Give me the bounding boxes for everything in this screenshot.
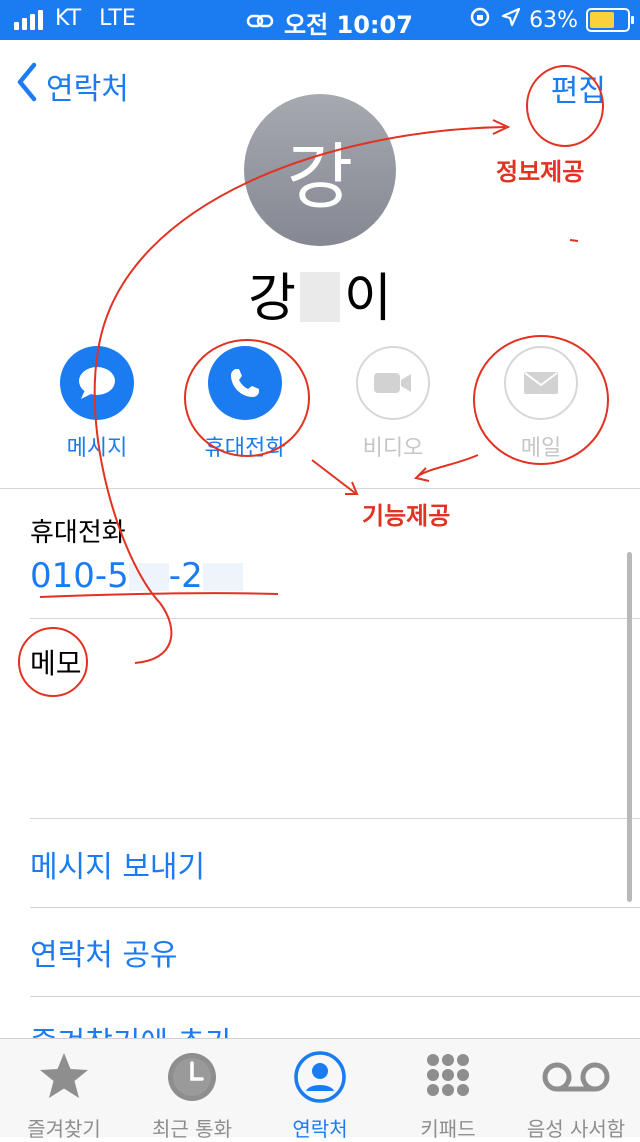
tab-bar: 즐겨찾기 최근 통화 연락처 키패드 음성 사서함 <box>0 1038 640 1141</box>
tab-favorites-label: 즐겨찾기 <box>27 1117 101 1141</box>
orientation-lock-icon <box>469 6 491 34</box>
chevron-left-icon <box>16 62 38 110</box>
annotation-function-label: 기능제공 <box>362 502 451 530</box>
mail-action-label: 메일 <box>520 436 562 461</box>
message-icon <box>60 346 134 420</box>
signal-icon <box>14 8 43 30</box>
contact-name: 강이 <box>0 256 640 331</box>
network-label: LTE <box>99 6 136 31</box>
link-icon <box>246 9 274 37</box>
call-action-label: 휴대전화 <box>204 436 286 461</box>
battery-percent: 63% <box>529 7 578 33</box>
tab-contacts[interactable]: 연락처 <box>256 1049 384 1142</box>
divider <box>0 488 640 489</box>
divider <box>30 818 640 819</box>
phone-middle: -2 <box>168 556 203 596</box>
message-action-label: 메시지 <box>66 436 128 461</box>
mail-action-button[interactable]: 메일 <box>486 346 596 462</box>
call-action-button[interactable]: 휴대전화 <box>190 346 300 462</box>
edit-button[interactable]: 편집 <box>551 66 606 110</box>
status-time: 오전 10:07 <box>284 11 413 39</box>
tab-keypad-label: 키패드 <box>420 1117 476 1141</box>
location-icon <box>501 7 521 33</box>
annotation-arrowhead-info <box>492 119 511 135</box>
video-icon <box>356 346 430 420</box>
annotation-arrowhead-function-right <box>414 467 430 482</box>
status-left: KT LTE <box>14 6 136 31</box>
phone-icon <box>208 346 282 420</box>
share-contact-row[interactable]: 연락처 공유 <box>30 930 178 974</box>
annotation-tick <box>569 239 579 242</box>
scrollbar[interactable] <box>627 552 632 902</box>
person-icon <box>256 1049 384 1109</box>
video-action-label: 비디오 <box>362 436 424 461</box>
mail-icon <box>504 346 578 420</box>
back-label: 연락처 <box>46 72 129 107</box>
status-bar: KT LTE 오전 10:07 63% <box>0 0 640 40</box>
annotation-info-label: 정보제공 <box>496 158 585 186</box>
divider <box>30 996 640 997</box>
tab-keypad[interactable]: 키패드 <box>384 1049 512 1142</box>
tab-voicemail[interactable]: 음성 사서함 <box>512 1049 640 1142</box>
back-button[interactable]: 연락처 <box>16 62 129 110</box>
tab-contacts-label: 연락처 <box>292 1117 348 1141</box>
battery-icon <box>586 8 634 32</box>
carrier-label: KT <box>55 6 82 31</box>
send-message-row[interactable]: 메시지 보내기 <box>30 842 205 886</box>
phone-redaction-end <box>202 563 243 591</box>
tab-recents[interactable]: 최근 통화 <box>128 1049 256 1142</box>
divider <box>30 618 640 619</box>
status-center: 오전 10:07 <box>246 5 413 40</box>
tab-favorites[interactable]: 즐겨찾기 <box>0 1049 128 1142</box>
avatar-initial: 강 <box>286 134 354 219</box>
divider <box>30 907 640 908</box>
phone-prefix: 010-5 <box>30 556 129 596</box>
message-action-button[interactable]: 메시지 <box>42 346 152 462</box>
phone-field-label: 휴대전화 <box>30 518 126 548</box>
star-icon <box>0 1049 128 1109</box>
contact-name-first: 강 <box>248 269 296 329</box>
memo-label: 메모 <box>30 647 82 680</box>
status-right: 63% <box>469 6 634 34</box>
voicemail-icon <box>512 1049 640 1109</box>
video-action-button[interactable]: 비디오 <box>338 346 448 462</box>
tab-recents-label: 최근 통화 <box>152 1117 232 1141</box>
keypad-icon <box>384 1049 512 1109</box>
phone-redaction <box>128 563 169 591</box>
contact-name-last: 이 <box>344 269 392 329</box>
name-redaction <box>300 272 340 322</box>
tab-voicemail-label: 음성 사서함 <box>526 1117 626 1141</box>
avatar: 강 <box>244 94 396 246</box>
phone-number-link[interactable]: 010-5 -2 <box>30 556 243 596</box>
clock-icon <box>128 1049 256 1109</box>
